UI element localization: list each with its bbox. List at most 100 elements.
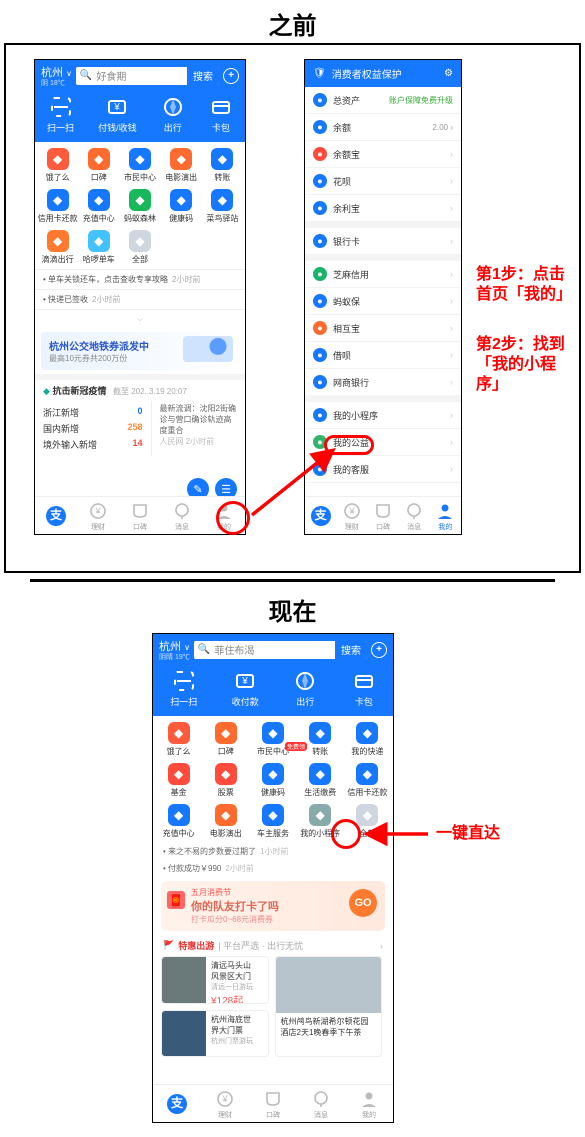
- app-转账[interactable]: ◆ 转账: [297, 722, 344, 757]
- mine-row-相互宝[interactable]: ● 相互宝›: [305, 315, 461, 342]
- marker-circle-now-miniprogram: [331, 819, 361, 849]
- mine-row-花呗[interactable]: ● 花呗›: [305, 168, 461, 195]
- covid-news[interactable]: 最新流调：沈阳2街确诊与营口确诊轨迹高度重合: [160, 403, 238, 436]
- app-市民中心[interactable]: ◆免费领 市民中心: [249, 722, 296, 757]
- app-市民中心[interactable]: ◆ 市民中心: [119, 148, 160, 183]
- svg-text:¥: ¥: [221, 1094, 228, 1104]
- row-icon: ●: [313, 348, 327, 362]
- alipay-logo-icon: 支: [311, 506, 331, 526]
- app-全部[interactable]: ◆ 全部: [119, 230, 160, 265]
- tour-card[interactable]: 清远马头山 风景区大门 清远一日游玩 ¥128起: [161, 956, 269, 1004]
- top-travel[interactable]: 出行: [293, 669, 317, 708]
- top-scan[interactable]: 扫一扫: [170, 669, 197, 708]
- tab-money[interactable]: ¥理财: [88, 501, 108, 532]
- mine-row-银行卡[interactable]: ● 银行卡›: [305, 222, 461, 255]
- row-icon: ●: [313, 120, 327, 134]
- tab-koubei[interactable]: 口碑: [263, 1089, 283, 1120]
- app-充值中心[interactable]: ◆ 充值中心: [155, 804, 202, 839]
- app-电影演出[interactable]: ◆ 电影演出: [161, 148, 202, 183]
- app-饿了么[interactable]: ◆ 饿了么: [155, 722, 202, 757]
- top-pay[interactable]: ¥收付款: [232, 669, 259, 708]
- card-image: [162, 1011, 206, 1057]
- tab-home[interactable]: 支: [167, 1094, 187, 1115]
- svg-text:¥: ¥: [94, 506, 101, 516]
- app-生活缴费[interactable]: ◆ 生活缴费: [297, 763, 344, 798]
- news-item[interactable]: • 单车关锁还车，点击查收专享攻略2小时前: [35, 269, 245, 289]
- top-pay[interactable]: ¥付钱/收钱: [98, 95, 137, 134]
- app-股票[interactable]: ◆ 股票: [202, 763, 249, 798]
- go-banner[interactable]: 🧧 五月消费节 你的队友打卡了吗 打卡瓜分0~68元消费券 GO: [161, 881, 385, 931]
- tour-card[interactable]: 杭州海底世 界大门票 杭州门票游玩: [161, 1010, 269, 1058]
- settings-icon[interactable]: ⚙: [444, 68, 453, 79]
- banner-metro[interactable]: 杭州公交地铁券派发中 最高10元券共200万份: [41, 332, 239, 370]
- tab-money[interactable]: ¥理财: [342, 501, 362, 532]
- covid-row: 境外输入新增14: [43, 438, 143, 451]
- card-image: [276, 957, 382, 1013]
- app-信用卡还款[interactable]: ◆ 信用卡还款: [37, 189, 78, 224]
- tab-home[interactable]: 支: [46, 506, 66, 527]
- app-饿了么[interactable]: ◆ 饿了么: [37, 148, 78, 183]
- svg-text:¥: ¥: [241, 676, 248, 687]
- mine-row-余利宝[interactable]: ● 余利宝›: [305, 195, 461, 222]
- divider: [30, 579, 555, 582]
- tab-home[interactable]: 支: [311, 506, 331, 527]
- go-button[interactable]: GO: [349, 889, 377, 917]
- tab-msg[interactable]: 消息: [311, 1089, 331, 1120]
- tour-card[interactable]: 杭州鸬鸟新湖希尔顿花园 酒店2天1晚春季下午茶: [275, 956, 383, 1057]
- city-picker[interactable]: 杭州 ∨ 阴晴 19℃: [159, 638, 190, 661]
- top-card[interactable]: 卡包: [352, 669, 376, 708]
- mine-row-借呗[interactable]: ● 借呗›: [305, 342, 461, 369]
- app-转账[interactable]: ◆ 转账: [202, 148, 243, 183]
- search-box[interactable]: 🔍 菲住布渴 搜索: [194, 641, 367, 659]
- mine-row-总资产[interactable]: ● 总资产账户保障免费升级: [305, 87, 461, 114]
- top-scan[interactable]: 扫一扫: [47, 95, 74, 134]
- app-基金[interactable]: ◆ 基金: [155, 763, 202, 798]
- mine-row-网商银行[interactable]: ● 网商银行›: [305, 369, 461, 396]
- app-车主服务[interactable]: ◆ 车主服务: [249, 804, 296, 839]
- search-button[interactable]: 搜索: [187, 67, 219, 85]
- plus-icon[interactable]: +: [223, 68, 239, 84]
- app-充值中心[interactable]: ◆ 充值中心: [78, 189, 119, 224]
- tab-koubei[interactable]: 口碑: [373, 501, 393, 532]
- now-home-screen: 杭州 ∨ 阴晴 19℃ 🔍 菲住布渴 搜索 + 扫一扫 ¥收付款 出行卡包 ◆ 饿了…: [152, 633, 394, 1123]
- mine-row-我的小程序[interactable]: ● 我的小程序›: [305, 396, 461, 429]
- tab-money[interactable]: ¥理财: [215, 1089, 235, 1120]
- top-travel[interactable]: 出行: [161, 95, 185, 134]
- plus-icon[interactable]: +: [371, 642, 387, 658]
- tab-msg[interactable]: 消息: [404, 501, 424, 532]
- app-信用卡还款[interactable]: ◆ 信用卡还款: [344, 763, 391, 798]
- app-蚂蚁森林[interactable]: ◆ 蚂蚁森林: [119, 189, 160, 224]
- app-健康码[interactable]: ◆ 健康码: [161, 189, 202, 224]
- app-口碑[interactable]: ◆ 口碑: [202, 722, 249, 757]
- app-口碑[interactable]: ◆ 口碑: [78, 148, 119, 183]
- tab-koubei[interactable]: 口碑: [130, 501, 150, 532]
- app-菜鸟驿站[interactable]: ◆ 菜鸟驿站: [202, 189, 243, 224]
- news-item[interactable]: • 来之不易的步数要过期了1小时前: [153, 843, 393, 860]
- covid-header[interactable]: ◆ 抗击新冠疫情 截至 202..3.19 20:07: [35, 374, 245, 401]
- city-picker[interactable]: 杭州 ∨ 阴 18℃: [41, 64, 72, 87]
- app-我的快递[interactable]: ◆ 我的快递: [344, 722, 391, 757]
- mine-row-蚂蚁保[interactable]: ● 蚂蚁保›: [305, 288, 461, 315]
- app-滴滴出行[interactable]: ◆ 滴滴出行: [37, 230, 78, 265]
- mine-row-余额宝[interactable]: ● 余额宝›: [305, 141, 461, 168]
- app-电影演出[interactable]: ◆ 电影演出: [202, 804, 249, 839]
- search-box[interactable]: 🔍 好食期 搜索: [76, 67, 219, 85]
- covid-row: 国内新增258: [43, 422, 143, 435]
- row-icon: ●: [313, 267, 327, 281]
- mine-row-芝麻信用[interactable]: ● 芝麻信用›: [305, 255, 461, 288]
- news-item[interactable]: • 付款成功￥9902小时前: [153, 860, 393, 877]
- top-card[interactable]: 卡包: [209, 95, 233, 134]
- mine-header-title: 消费者权益保护: [332, 66, 438, 81]
- search-button[interactable]: 搜索: [335, 641, 367, 659]
- news-item[interactable]: • 快递已签收2小时前: [35, 289, 245, 309]
- tab-mine[interactable]: 我的: [359, 1089, 379, 1120]
- tab-msg[interactable]: 消息: [172, 501, 192, 532]
- tab-mine[interactable]: 我的: [435, 501, 455, 532]
- tour-header[interactable]: 🚩 特惠出游 | 平台严选 · 出行无忧 ›: [153, 935, 393, 956]
- app-健康码[interactable]: ◆ 健康码: [249, 763, 296, 798]
- mine-row-我的客服[interactable]: ● 我的客服›: [305, 456, 461, 483]
- row-icon: ●: [313, 201, 327, 215]
- app-哈啰单车[interactable]: ◆ 哈啰单车: [78, 230, 119, 265]
- mine-row-余额[interactable]: ● 余额2.00 ›: [305, 114, 461, 141]
- before-mine-screen: 🛡 消费者权益保护 ⚙ ● 总资产账户保障免费升级 ● 余额2.00 › ● 余…: [304, 59, 462, 535]
